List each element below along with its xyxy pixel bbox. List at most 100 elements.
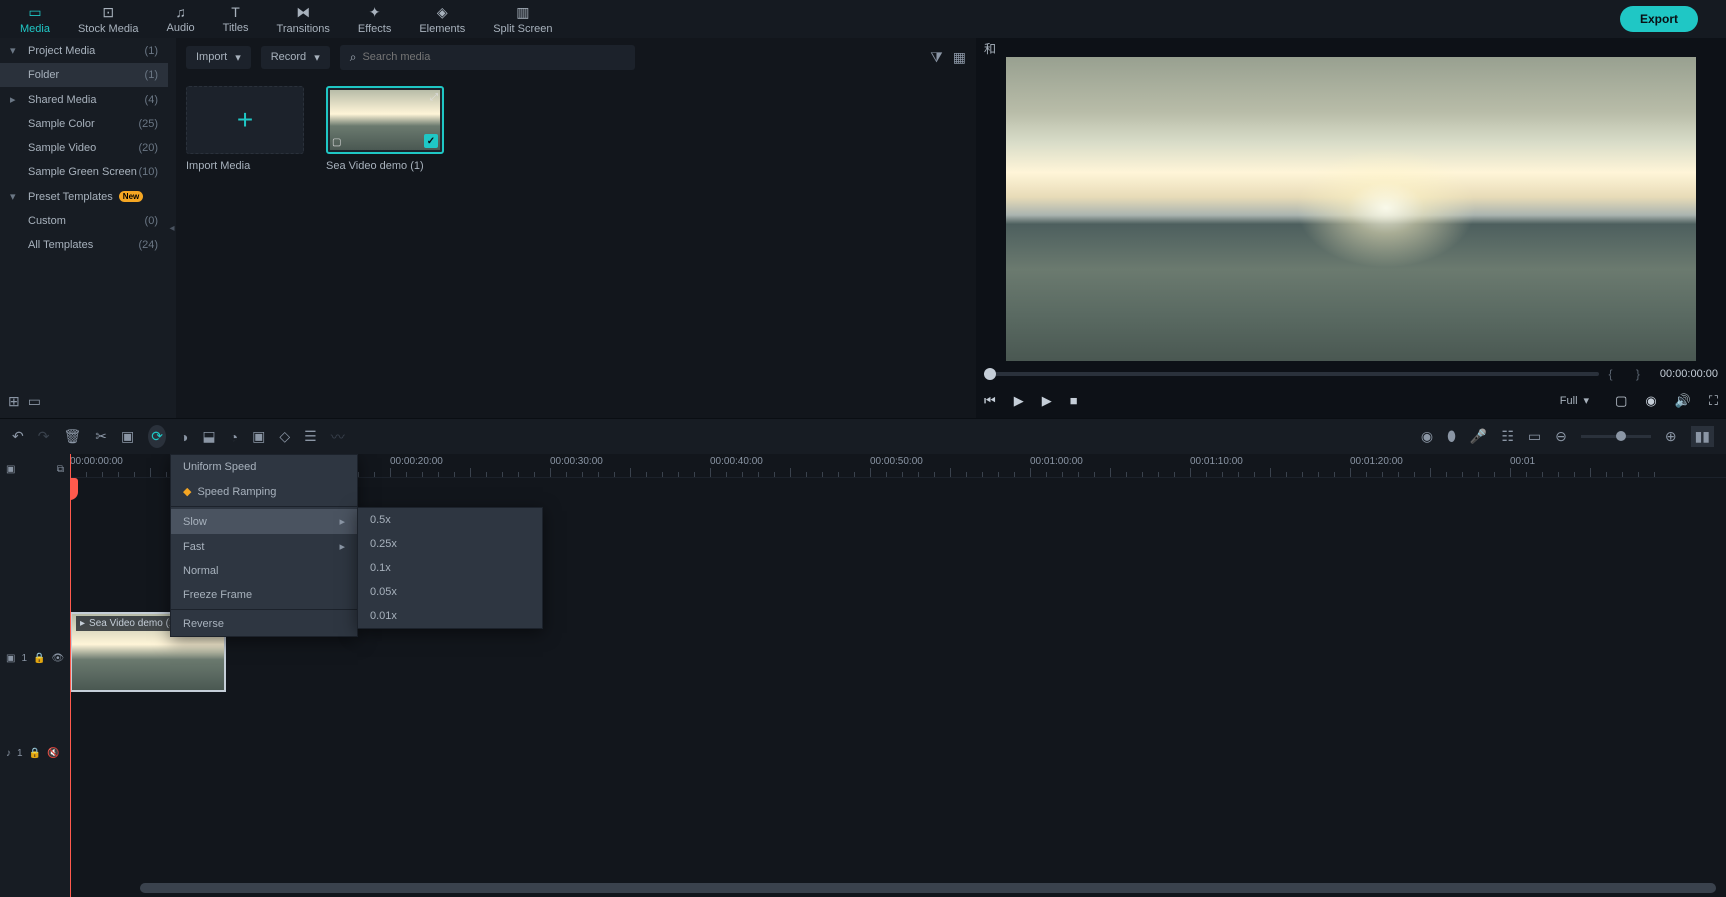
playhead[interactable] — [70, 454, 71, 897]
color-icon[interactable]: ◑ — [180, 429, 188, 445]
meter-icon[interactable]: ▮▮ — [1691, 426, 1714, 447]
track-header-audio[interactable]: ♪ 1 🔒 🔇 — [0, 738, 70, 768]
folder-icon[interactable]: ▭ — [28, 393, 41, 410]
scrub-handle[interactable] — [984, 368, 996, 380]
clock-icon[interactable]: ◔ — [230, 429, 238, 445]
grid-view-icon[interactable]: ▦ — [953, 49, 966, 66]
media-item-import[interactable]: + Import Media — [186, 86, 304, 172]
diamond-icon: ◆ — [183, 486, 191, 498]
submenu-01x[interactable]: 0.1x — [358, 556, 542, 580]
submenu-05x[interactable]: 0.5x — [358, 508, 542, 532]
search-input[interactable] — [362, 51, 625, 63]
keyframe-icon[interactable]: ◇ — [279, 428, 290, 445]
import-dropdown[interactable]: Import ▾ — [186, 46, 251, 69]
marker-icon[interactable]: ⬮ — [1447, 428, 1456, 445]
preview-size-select[interactable]: Full ▾ — [1552, 391, 1597, 410]
import-thumb[interactable]: + — [186, 86, 304, 154]
prev-frame-icon[interactable]: ⏮ — [984, 393, 996, 409]
speed-icon[interactable]: ⟳ — [148, 425, 166, 448]
submenu-005x[interactable]: 0.05x — [358, 580, 542, 604]
menu-normal[interactable]: Normal — [171, 559, 357, 583]
track-header-video[interactable]: ▣ 1 🔒 👁 — [0, 618, 70, 698]
adjust-icon[interactable]: ☰ — [304, 428, 317, 445]
lock-icon[interactable]: 🔒 — [33, 653, 45, 664]
timeline-area: ▣ ⧉ ▣ 1 🔒 👁 ♪ 1 🔒 🔇 00:00:00:00 00:00:10… — [0, 454, 1726, 897]
fullscreen-icon[interactable]: ⛶ — [1709, 393, 1718, 409]
chevron-right-icon: ▸ — [339, 540, 345, 553]
scrollbar-thumb[interactable] — [140, 883, 1716, 893]
filter-icon[interactable]: ⧩ — [930, 49, 943, 66]
playhead-handle[interactable] — [70, 478, 78, 500]
cut-icon[interactable]: ✂ — [95, 428, 107, 445]
sidebar-item-folder[interactable]: Folder (1) — [0, 63, 168, 87]
lock-icon[interactable]: 🔒 — [29, 748, 41, 759]
sidebar-item-all-templates[interactable]: All Templates (24) — [0, 233, 168, 257]
menu-freeze-frame[interactable]: Freeze Frame — [171, 583, 357, 607]
record-dropdown[interactable]: Record ▾ — [261, 46, 330, 69]
menu-slow[interactable]: Slow ▸ — [171, 509, 357, 534]
tab-split-screen[interactable]: ▥ Split Screen — [481, 1, 564, 38]
menu-uniform-speed[interactable]: Uniform Speed — [171, 455, 357, 479]
stop-icon[interactable]: ■ — [1070, 393, 1078, 408]
tracks-body[interactable]: 00:00:00:00 00:00:10:00 00:00:20:00 00:0… — [70, 454, 1726, 897]
link-icon[interactable]: ▣ — [6, 464, 15, 475]
new-folder-icon[interactable]: ⊞ — [8, 393, 20, 410]
fit-icon[interactable]: ▭ — [1528, 428, 1541, 445]
sidebar-item-sample-green-screen[interactable]: Sample Green Screen (10) — [0, 160, 168, 184]
crop-icon[interactable]: ▣ — [121, 428, 134, 445]
sidebar-item-project-media[interactable]: ▾Project Media (1) — [0, 38, 168, 63]
tracking-icon[interactable]: ▣ — [252, 428, 265, 445]
sidebar-item-sample-video[interactable]: Sample Video (20) — [0, 136, 168, 160]
export-button[interactable]: Export — [1620, 6, 1698, 32]
mute-icon[interactable]: 🔇 — [47, 748, 59, 759]
delete-icon[interactable]: 🗑 — [63, 428, 81, 445]
media-item-sea-video[interactable]: ⤢ ▢ ✓ Sea Video demo (1) — [326, 86, 444, 172]
tab-effects[interactable]: ✦ Effects — [346, 1, 403, 38]
undo-icon[interactable]: ↶ — [12, 428, 24, 445]
main-row: ▾Project Media (1) Folder (1) ▸Shared Me… — [0, 38, 1726, 418]
folder-icon: ▭ — [28, 4, 41, 21]
audio-sync-icon: 〰 — [331, 427, 345, 447]
media-grid: + Import Media ⤢ ▢ ✓ Sea Video demo (1) — [176, 76, 976, 182]
menu-fast[interactable]: Fast ▸ — [171, 534, 357, 559]
play-forward-icon[interactable]: ▶ — [1042, 393, 1052, 409]
sidebar-item-shared-media[interactable]: ▸Shared Media (4) — [0, 87, 168, 112]
scrub-track[interactable] — [984, 372, 1599, 376]
play-icon: ▸ — [80, 618, 85, 629]
eye-icon[interactable]: 👁 — [51, 653, 64, 664]
sidebar-collapse-handle[interactable]: ◂ — [168, 38, 176, 418]
ruler-mark: 00:00:20:00 — [390, 456, 443, 467]
media-thumb[interactable]: ⤢ ▢ ✓ — [326, 86, 444, 154]
preview-video[interactable] — [1006, 57, 1696, 361]
zoom-handle[interactable] — [1616, 431, 1626, 441]
mixer-icon[interactable]: ☷ — [1501, 428, 1514, 445]
tab-media[interactable]: ▭ Media — [8, 1, 62, 38]
menu-reverse[interactable]: Reverse — [171, 612, 357, 636]
tab-stock-media[interactable]: ⊡ Stock Media — [66, 1, 151, 38]
tab-transitions[interactable]: ⧓ Transitions — [265, 1, 342, 38]
sidebar-item-label: Folder — [10, 69, 59, 81]
timeline-scrollbar[interactable] — [140, 883, 1716, 893]
snapshot-icon[interactable]: ◉ — [1645, 393, 1656, 409]
zoom-out-icon[interactable]: ⊖ — [1555, 428, 1567, 445]
tab-audio[interactable]: ♫ Audio — [155, 1, 207, 37]
tab-elements[interactable]: ◈ Elements — [407, 1, 477, 38]
menu-separator — [171, 609, 357, 610]
green-screen-icon[interactable]: ⬓ — [202, 428, 215, 445]
sidebar-item-custom[interactable]: Custom (0) — [0, 209, 168, 233]
submenu-025x[interactable]: 0.25x — [358, 532, 542, 556]
render-icon[interactable]: ◉ — [1421, 428, 1433, 445]
play-icon[interactable]: ▶ — [1014, 393, 1024, 409]
magnet-icon[interactable]: ⧉ — [57, 464, 64, 475]
submenu-001x[interactable]: 0.01x — [358, 604, 542, 628]
sidebar-item-preset-templates[interactable]: ▾Preset Templates New — [0, 184, 168, 209]
tab-titles[interactable]: T Titles — [211, 1, 261, 37]
sidebar-item-count: (10) — [138, 166, 158, 178]
zoom-in-icon[interactable]: ⊕ — [1665, 428, 1677, 445]
zoom-slider[interactable] — [1581, 435, 1651, 438]
menu-speed-ramping[interactable]: ◆Speed Ramping — [171, 479, 357, 504]
monitor-icon[interactable]: ▢ — [1615, 393, 1627, 409]
sidebar-item-sample-color[interactable]: Sample Color (25) — [0, 112, 168, 136]
volume-icon[interactable]: 🔊 — [1675, 393, 1691, 409]
voiceover-icon[interactable]: 🎤 — [1470, 428, 1487, 445]
